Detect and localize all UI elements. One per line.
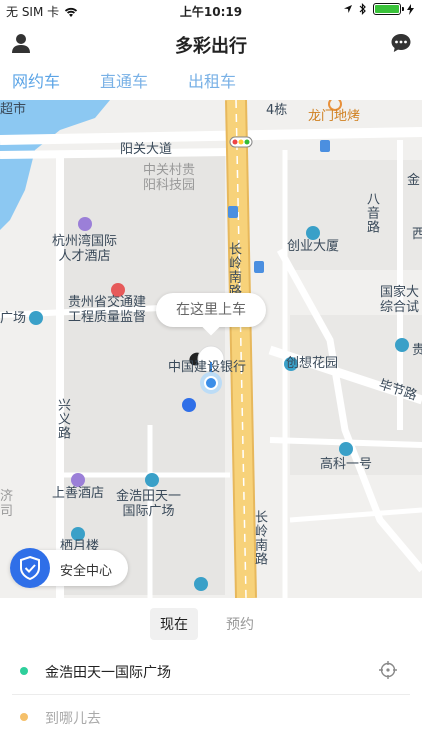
locate-icon[interactable]: [378, 660, 398, 680]
map-label: 贵州省交通建 工程质量监督: [68, 295, 147, 325]
tab-ride-hailing[interactable]: 网约车: [12, 68, 60, 98]
map-label: 创想花园: [286, 356, 339, 371]
map-label: 长岭南路: [251, 510, 267, 566]
map-view[interactable]: 超市 4栋 龙门地烤 阳关大道 中关村贵 阳科技园 八音路 金 西 杭州湾国际 …: [0, 100, 422, 598]
map-label: 创业大厦: [287, 239, 340, 254]
destination-dot: [20, 713, 28, 721]
location-arrow-icon: [344, 5, 352, 13]
map-label: 济 司: [0, 489, 14, 519]
map-label: 4栋: [266, 103, 288, 118]
safety-center-button[interactable]: 安全中心: [10, 548, 128, 588]
shield-icon: [10, 548, 50, 588]
map-label: 国家大 综合试: [380, 285, 420, 315]
map-label: 广场: [0, 311, 27, 326]
destination-row[interactable]: 到哪儿去: [0, 694, 422, 738]
pickup-hint-bubble: 在这里上车: [156, 293, 266, 327]
safety-center-label: 安全中心: [60, 564, 113, 579]
message-icon[interactable]: [390, 32, 412, 54]
origin-dot: [20, 667, 28, 675]
mode-now[interactable]: 现在: [150, 608, 198, 640]
map-label: 西: [412, 227, 422, 242]
destination-input[interactable]: 到哪儿去: [45, 708, 101, 728]
mode-reserve[interactable]: 预约: [216, 608, 264, 640]
status-right: [343, 3, 414, 15]
map-label: 超市: [0, 102, 27, 117]
map-label: 高科一号: [320, 457, 373, 472]
map-label: 中国建设银行: [168, 360, 247, 375]
map-label: 上善酒店: [52, 486, 105, 501]
charging-icon: [407, 3, 414, 15]
map-label: 八音路: [363, 192, 379, 234]
map-label: 金: [407, 173, 421, 188]
map-label: 兴义路: [54, 398, 70, 440]
map-label: 金浩田天一 国际广场: [116, 489, 182, 519]
map-label: 阳关大道: [120, 142, 173, 157]
nav-bar: 多彩出行: [0, 22, 422, 66]
map-roads: [0, 100, 422, 598]
service-tabs: 网约车 直通车 出租车: [0, 66, 422, 100]
origin-row[interactable]: 金浩田天一国际广场: [0, 648, 422, 692]
bluetooth-icon: [359, 3, 366, 15]
map-label: 长岭南路: [225, 242, 241, 298]
time-mode-switch: 现在 预约: [150, 608, 264, 640]
origin-text[interactable]: 金浩田天一国际广场: [45, 662, 171, 682]
map-label: 贵: [412, 343, 422, 358]
battery-icon: [373, 3, 404, 15]
map-label: 杭州湾国际 人才酒店: [52, 234, 118, 264]
tab-express[interactable]: 直通车: [100, 68, 148, 98]
booking-panel: 现在 预约 金浩田天一国际广场 到哪儿去: [0, 598, 422, 750]
page-title: 多彩出行: [175, 36, 247, 57]
tab-taxi[interactable]: 出租车: [188, 68, 236, 98]
map-label: 龙门地烤: [308, 109, 361, 124]
status-bar: 无 SIM 卡 上午10:19: [0, 0, 422, 22]
map-label: 中关村贵 阳科技园: [143, 163, 196, 193]
